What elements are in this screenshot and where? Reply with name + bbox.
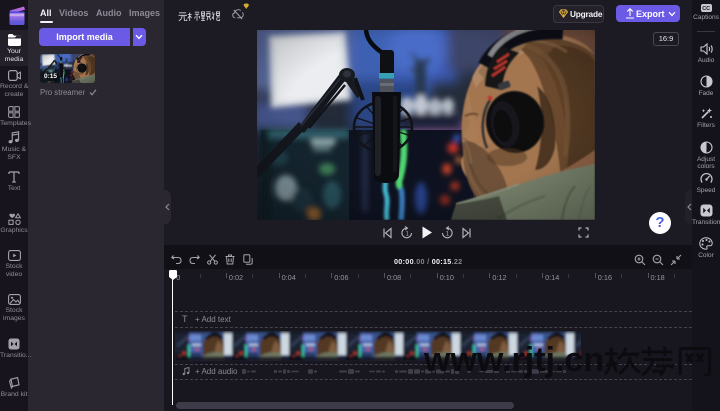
svg-text:CC: CC <box>702 6 710 12</box>
svg-text:1: 1 <box>446 232 450 238</box>
